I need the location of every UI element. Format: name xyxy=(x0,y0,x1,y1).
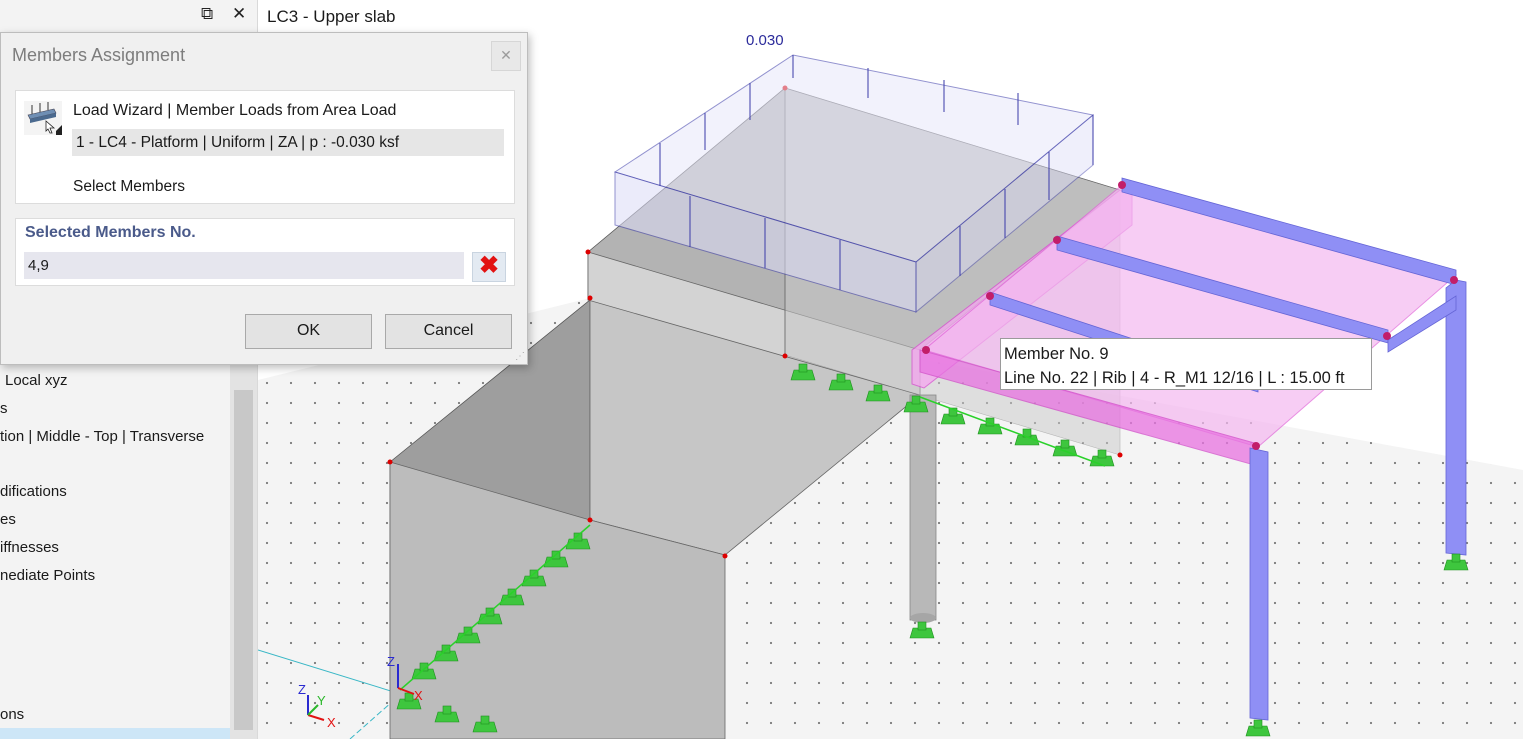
nav-item[interactable]: s xyxy=(0,400,8,417)
select-members-link[interactable]: Select Members xyxy=(73,178,185,196)
nav-item[interactable]: tion | Middle - Top | Transverse xyxy=(0,428,204,445)
selected-members-input[interactable] xyxy=(24,252,464,279)
load-case-field[interactable]: 1 - LC4 - Platform | Uniform | ZA | p : … xyxy=(72,129,504,156)
nav-item-selected[interactable] xyxy=(0,728,230,739)
ok-button[interactable]: OK xyxy=(245,314,372,349)
members-assignment-dialog: Members Assignment ✕ Load Wizard | Membe… xyxy=(0,32,528,365)
restore-window-icon[interactable]: ⧉ xyxy=(201,4,213,24)
svg-text:Z: Z xyxy=(387,654,395,669)
svg-text:X: X xyxy=(414,688,423,703)
view-title: LC3 - Upper slab xyxy=(267,7,396,26)
load-value-label: 0.030 xyxy=(746,32,784,49)
navigator-scrollbar[interactable] xyxy=(230,360,257,739)
selected-members-panel: Selected Members No. ✖ xyxy=(15,218,515,286)
dialog-title: Members Assignment xyxy=(12,45,186,65)
nav-item[interactable]: difications xyxy=(0,483,67,500)
nav-item[interactable]: iffnesses xyxy=(0,539,59,556)
column-center xyxy=(909,394,937,623)
load-wizard-icon xyxy=(24,101,62,135)
wizard-panel: Load Wizard | Member Loads from Area Loa… xyxy=(15,90,515,204)
dialog-close-button[interactable]: ✕ xyxy=(491,41,521,71)
nav-item[interactable]: ons xyxy=(0,706,24,723)
svg-text:Y: Y xyxy=(317,693,326,708)
navigator-header: ⧉ ✕ xyxy=(0,0,257,32)
tooltip-line-2: Line No. 22 | Rib | 4 - R_M1 12/16 | L :… xyxy=(1004,369,1345,387)
member-tooltip: Member No. 9 Line No. 22 | Rib | 4 - R_M… xyxy=(1000,338,1372,390)
nav-item[interactable]: es xyxy=(0,511,16,528)
svg-text:X: X xyxy=(327,715,336,730)
close-icon[interactable]: ✕ xyxy=(232,4,246,24)
svg-text:Z: Z xyxy=(298,682,306,697)
nav-item-local-xyz[interactable]: Local xyz xyxy=(5,372,68,389)
tooltip-line-1: Member No. 9 xyxy=(1004,345,1109,363)
resize-grip-icon[interactable]: ⋰ xyxy=(515,351,525,362)
nav-item[interactable]: nediate Points xyxy=(0,567,95,584)
load-case-value: 1 - LC4 - Platform | Uniform | ZA | p : … xyxy=(76,134,400,151)
delete-x-icon[interactable]: ✖ xyxy=(472,252,506,282)
scrollbar-thumb[interactable] xyxy=(234,390,253,730)
selected-members-label: Selected Members No. xyxy=(25,224,196,241)
cancel-button[interactable]: Cancel xyxy=(385,314,512,349)
wizard-title: Load Wizard | Member Loads from Area Loa… xyxy=(73,102,397,119)
